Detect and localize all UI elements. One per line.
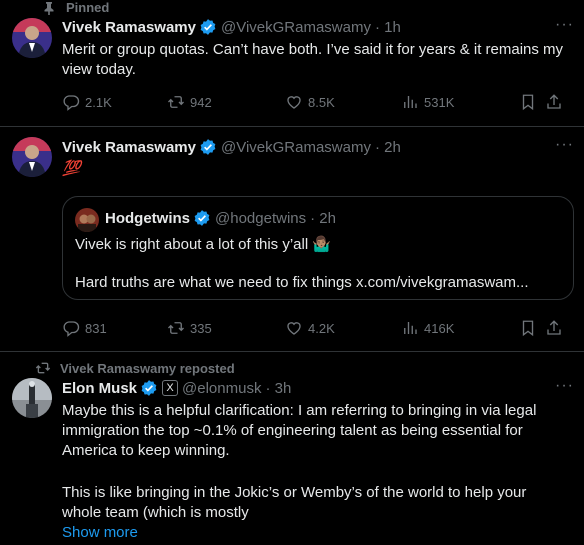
author-handle[interactable]: @elonmusk — [182, 380, 261, 397]
tweet-quote[interactable]: Vivek Ramaswamy @VivekGRamaswamy · 2h ··… — [0, 127, 584, 352]
views-icon — [401, 93, 419, 111]
reply-count: 831 — [85, 320, 107, 336]
like-button[interactable]: 8.5K — [285, 93, 401, 111]
repost-button[interactable]: 942 — [167, 93, 285, 111]
tweet-actions: 2.1K 942 8.5K 531K — [62, 92, 574, 112]
pinned-context: Pinned — [40, 0, 109, 15]
bookmark-button[interactable] — [519, 319, 545, 337]
tweet-text-continued: This is like bringing in the Jokic’s or … — [62, 484, 527, 521]
tweet-text: Maybe this is a helpful clarification: I… — [62, 402, 537, 459]
verified-badge-icon — [199, 138, 217, 156]
verified-badge-icon — [140, 379, 158, 397]
tweet-time[interactable]: · 3h — [265, 380, 291, 397]
tweet-header: Elon Musk X @elonmusk · 3h — [62, 378, 544, 398]
verified-badge-icon — [193, 209, 211, 227]
quoted-avatar — [75, 208, 99, 232]
quoted-text-line2: Hard truths are what we need to fix thin… — [75, 274, 529, 291]
quoted-time: · 2h — [310, 209, 336, 227]
pinned-label: Pinned — [66, 0, 110, 15]
reply-button[interactable]: 831 — [62, 319, 167, 337]
reply-icon — [62, 319, 80, 337]
quoted-tweet[interactable]: Hodgetwins @hodgetwins · 2h Vivek is rig… — [62, 196, 574, 300]
author-handle[interactable]: @VivekGRamaswamy — [221, 19, 371, 36]
author-handle[interactable]: @VivekGRamaswamy — [221, 139, 371, 156]
repost-button[interactable]: 335 — [167, 319, 285, 337]
author-name[interactable]: Elon Musk — [62, 380, 137, 397]
author-name[interactable]: Vivek Ramaswamy — [62, 139, 196, 156]
tweet-header: Vivek Ramaswamy @VivekGRamaswamy · 1h — [62, 17, 544, 37]
pin-icon — [40, 1, 58, 15]
repost-count: 335 — [190, 320, 212, 336]
avatar[interactable] — [12, 137, 52, 177]
tweet-time[interactable]: · 2h — [375, 139, 401, 156]
tweet-pinned[interactable]: Pinned Vivek Ramaswamy @VivekGRamaswamy … — [0, 0, 584, 127]
like-count: 4.2K — [308, 320, 335, 336]
x-logo-badge: X — [162, 380, 179, 396]
repost-count: 942 — [190, 94, 212, 110]
tweet-repost[interactable]: Vivek Ramaswamy reposted Elon Musk X @el… — [0, 352, 584, 545]
tweet-actions: 831 335 4.2K 416K — [62, 318, 574, 338]
quoted-header: Hodgetwins @hodgetwins · 2h — [105, 209, 336, 227]
repost-icon — [167, 93, 185, 111]
repost-icon — [34, 360, 52, 376]
reply-count: 2.1K — [85, 94, 112, 110]
share-button[interactable] — [545, 319, 563, 337]
more-icon[interactable]: ··· — [555, 378, 574, 394]
repost-context-label[interactable]: Vivek Ramaswamy reposted — [60, 361, 235, 376]
avatar[interactable] — [12, 378, 52, 418]
views-icon — [401, 319, 419, 337]
views-count: 416K — [424, 320, 455, 336]
views-button[interactable]: 531K — [401, 93, 519, 111]
like-button[interactable]: 4.2K — [285, 319, 401, 337]
tweet-header: Vivek Ramaswamy @VivekGRamaswamy · 2h — [62, 137, 544, 157]
more-icon[interactable]: ··· — [555, 137, 574, 153]
share-button[interactable] — [545, 93, 563, 111]
bookmark-icon — [519, 93, 537, 111]
repost-icon — [167, 319, 185, 337]
like-count: 8.5K — [308, 94, 335, 110]
repost-context: Vivek Ramaswamy reposted — [34, 360, 235, 376]
share-icon — [545, 319, 563, 337]
bookmark-button[interactable] — [519, 93, 545, 111]
quoted-text-line1: Vivek is right about a lot of this y’all… — [75, 236, 332, 253]
more-icon[interactable]: ··· — [555, 17, 574, 33]
quoted-author-name: Hodgetwins — [105, 209, 190, 227]
author-name[interactable]: Vivek Ramaswamy — [62, 19, 196, 36]
bookmark-icon — [519, 319, 537, 337]
tweet-text: 💯 — [62, 160, 81, 177]
like-icon — [285, 93, 303, 111]
views-count: 531K — [424, 94, 455, 110]
tweet-text: Merit or group quotas. Can’t have both. … — [62, 41, 564, 78]
avatar[interactable] — [12, 18, 52, 58]
share-icon — [545, 93, 563, 111]
quoted-author-handle: @hodgetwins — [215, 209, 307, 227]
reply-icon — [62, 93, 80, 111]
reply-button[interactable]: 2.1K — [62, 93, 167, 111]
verified-badge-icon — [199, 18, 217, 36]
views-button[interactable]: 416K — [401, 319, 519, 337]
show-more-link[interactable]: Show more — [62, 523, 570, 543]
tweet-time[interactable]: · 1h — [375, 19, 401, 36]
like-icon — [285, 319, 303, 337]
